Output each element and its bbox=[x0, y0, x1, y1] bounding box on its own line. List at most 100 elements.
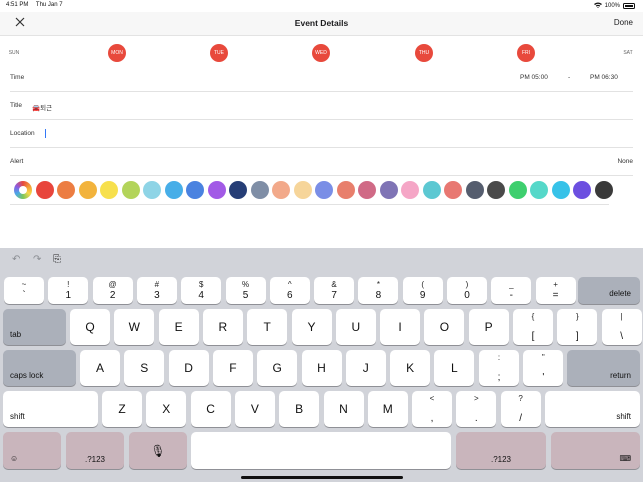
color-swatch[interactable] bbox=[186, 181, 204, 199]
key-punct[interactable]: ? / bbox=[500, 391, 541, 427]
key-i[interactable]: I bbox=[380, 309, 421, 345]
weekday-sun[interactable]: SUN bbox=[5, 44, 23, 62]
time-start[interactable]: PM 05:00 bbox=[520, 74, 548, 81]
numbers-key-right[interactable]: .?123 bbox=[456, 432, 546, 469]
color-swatch[interactable] bbox=[336, 181, 355, 199]
weekday-sat[interactable]: SAT bbox=[619, 44, 637, 62]
key-n[interactable]: N bbox=[323, 391, 364, 427]
color-swatch[interactable] bbox=[530, 181, 548, 199]
paste-icon[interactable]: ⎘ bbox=[53, 254, 61, 265]
redo-icon[interactable]: ↷ bbox=[33, 254, 41, 265]
color-swatch[interactable] bbox=[207, 181, 226, 199]
key-r[interactable]: R bbox=[202, 309, 243, 345]
alert-row[interactable]: Alert None bbox=[10, 148, 633, 176]
delete-key[interactable]: delete bbox=[578, 277, 640, 304]
color-swatch-custom[interactable] bbox=[14, 181, 32, 199]
key-4[interactable]: $4 bbox=[181, 277, 222, 304]
weekday-tue[interactable]: TUE bbox=[210, 44, 228, 62]
key-d[interactable]: D bbox=[168, 350, 209, 386]
color-swatch[interactable] bbox=[551, 181, 570, 199]
color-swatch[interactable] bbox=[594, 181, 613, 199]
key-h[interactable]: H bbox=[301, 350, 342, 386]
time-end[interactable]: PM 06:30 bbox=[590, 74, 618, 81]
alert-value[interactable]: None bbox=[617, 158, 633, 165]
color-swatch[interactable] bbox=[358, 181, 376, 199]
key-\[interactable]: | \ bbox=[601, 309, 642, 345]
caps-lock-key[interactable]: caps lock bbox=[3, 350, 76, 386]
title-row[interactable]: Title 🚘퇴근 bbox=[10, 92, 633, 120]
key-u[interactable]: U bbox=[335, 309, 376, 345]
color-swatch[interactable] bbox=[573, 181, 591, 199]
shift-key-left[interactable]: shift bbox=[3, 391, 98, 427]
key-][interactable]: }] bbox=[557, 309, 598, 345]
color-swatch[interactable] bbox=[272, 181, 290, 199]
color-swatch[interactable] bbox=[164, 181, 183, 199]
key-3[interactable]: #3 bbox=[136, 277, 177, 304]
color-swatch[interactable] bbox=[250, 181, 269, 199]
key-s[interactable]: S bbox=[124, 350, 165, 386]
key-`[interactable]: ~ ` bbox=[4, 277, 44, 304]
key-l[interactable]: L bbox=[434, 350, 475, 386]
weekday-mon[interactable]: MON bbox=[108, 44, 126, 62]
key-7[interactable]: & 7 bbox=[314, 277, 355, 304]
key-b[interactable]: B bbox=[279, 391, 320, 427]
key-p[interactable]: P bbox=[468, 309, 509, 345]
key-o[interactable]: O bbox=[424, 309, 465, 345]
key-m[interactable]: M bbox=[367, 391, 408, 427]
key-w[interactable]: W bbox=[114, 309, 155, 345]
key-v[interactable]: V bbox=[234, 391, 275, 427]
color-swatch[interactable] bbox=[508, 181, 527, 199]
numbers-key-left[interactable]: .?123 bbox=[66, 432, 124, 469]
color-swatch[interactable] bbox=[143, 181, 161, 199]
key-2[interactable]: @2 bbox=[92, 277, 133, 304]
key-y[interactable]: Y bbox=[291, 309, 332, 345]
time-row[interactable]: Time PM 05:00 - PM 06:30 bbox=[10, 64, 633, 92]
tab-key[interactable]: tab bbox=[3, 309, 66, 345]
return-key[interactable]: return bbox=[567, 350, 640, 386]
color-swatch[interactable] bbox=[293, 181, 312, 199]
weekday-fri[interactable]: FRI bbox=[517, 44, 535, 62]
done-button[interactable]: Done bbox=[614, 18, 633, 27]
key-punct[interactable]: <, bbox=[412, 391, 452, 427]
key-j[interactable]: J bbox=[345, 350, 386, 386]
key-0[interactable]: ) 0 bbox=[447, 277, 487, 304]
undo-icon[interactable]: ↶ bbox=[12, 254, 20, 265]
dictation-key[interactable]: 🎙 bbox=[129, 432, 187, 469]
key-punct[interactable]: " ' bbox=[523, 350, 564, 386]
key-=[interactable]: + = bbox=[535, 277, 576, 304]
color-swatch[interactable] bbox=[121, 181, 140, 199]
key-t[interactable]: T bbox=[247, 309, 288, 345]
emoji-key[interactable]: ☺ bbox=[3, 432, 61, 469]
color-swatch[interactable] bbox=[465, 181, 484, 199]
key-9[interactable]: (9 bbox=[402, 277, 443, 304]
space-key[interactable] bbox=[191, 432, 451, 469]
key-e[interactable]: E bbox=[158, 309, 199, 345]
key-z[interactable]: Z bbox=[102, 391, 142, 427]
color-swatch[interactable] bbox=[487, 181, 505, 199]
location-row[interactable]: Location bbox=[10, 120, 633, 148]
color-swatch[interactable] bbox=[422, 181, 441, 199]
key-punct[interactable]: >. bbox=[456, 391, 497, 427]
key-1[interactable]: ! 1 bbox=[48, 277, 89, 304]
key-6[interactable]: ^ 6 bbox=[269, 277, 310, 304]
color-swatch[interactable] bbox=[229, 181, 247, 199]
color-swatch[interactable] bbox=[315, 181, 333, 199]
hide-keyboard-key[interactable]: ⌨ bbox=[551, 432, 640, 469]
color-swatch[interactable] bbox=[35, 181, 54, 199]
color-swatch[interactable] bbox=[444, 181, 462, 199]
color-swatch[interactable] bbox=[401, 181, 419, 199]
color-swatch[interactable] bbox=[78, 181, 97, 199]
key-c[interactable]: C bbox=[190, 391, 231, 427]
weekday-wed[interactable]: WED bbox=[312, 44, 330, 62]
key-5[interactable]: % 5 bbox=[225, 277, 266, 304]
key-k[interactable]: K bbox=[390, 350, 431, 386]
key-q[interactable]: Q bbox=[70, 309, 110, 345]
key--[interactable]: _ - bbox=[491, 277, 532, 304]
weekday-thu[interactable]: THU bbox=[415, 44, 433, 62]
key-[[interactable]: {[ bbox=[513, 309, 553, 345]
color-swatch[interactable] bbox=[57, 181, 75, 199]
color-swatch[interactable] bbox=[100, 181, 118, 199]
key-8[interactable]: * 8 bbox=[358, 277, 399, 304]
key-f[interactable]: F bbox=[212, 350, 253, 386]
key-x[interactable]: X bbox=[146, 391, 187, 427]
